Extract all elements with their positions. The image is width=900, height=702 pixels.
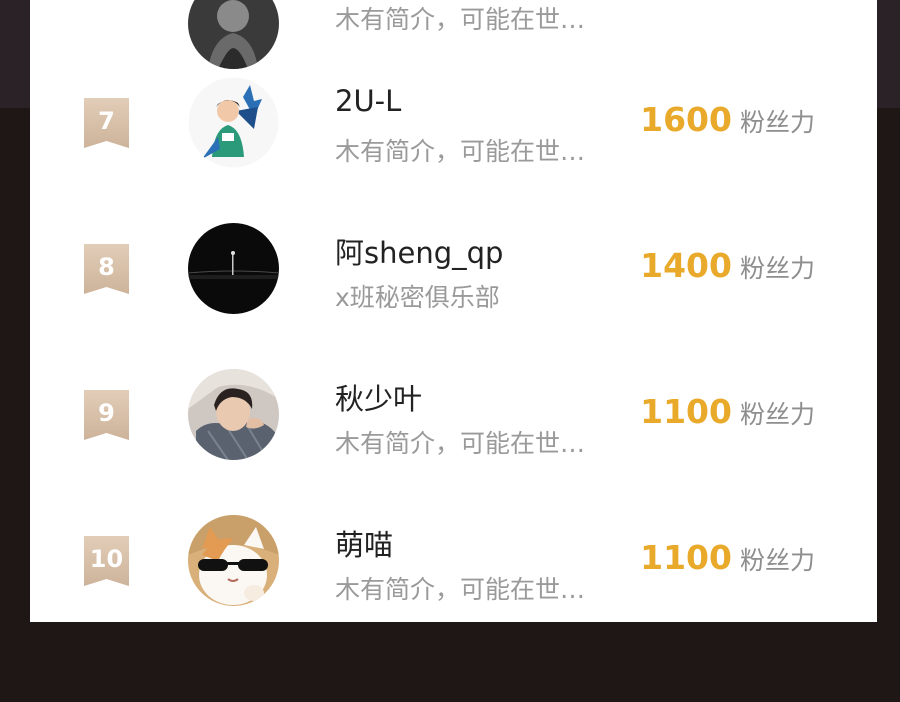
avatar-cat-sunglasses <box>188 515 279 606</box>
list-item[interactable]: 8 阿sheng_qp x班秘密俱乐部 1400 粉丝力 <box>30 196 877 342</box>
avatar[interactable] <box>188 223 279 314</box>
avatar[interactable] <box>188 515 279 606</box>
user-name[interactable]: 阿sheng_qp <box>335 230 503 272</box>
score-value: 1100 <box>640 538 732 577</box>
score-unit: 粉丝力 <box>739 400 815 429</box>
avatar-cartoon-boy <box>188 77 279 168</box>
user-bio: 木有简介，可能在世… <box>335 575 586 604</box>
score-unit: 粉丝力 <box>739 108 815 137</box>
avatar-young-man-photo <box>188 369 279 460</box>
score-unit: 粉丝力 <box>739 546 815 575</box>
rank-badge: 8 <box>84 244 129 294</box>
user-name[interactable]: 秋少叶 <box>335 376 422 418</box>
rank-badge: 7 <box>84 98 129 148</box>
avatar-dark-landscape <box>188 223 279 314</box>
avatar[interactable] <box>188 77 279 168</box>
rank-badge: 10 <box>84 536 129 586</box>
score-unit: 粉丝力 <box>739 254 815 283</box>
fan-power-score: 1100 粉丝力 <box>640 538 815 577</box>
score-value: 1400 <box>640 246 732 285</box>
list-item[interactable]: 7 2U-L 木有简介，可能在世… 1600 粉丝力 <box>30 50 877 196</box>
fan-power-score: 1600 粉丝力 <box>640 100 815 139</box>
rank-badge: 9 <box>84 390 129 440</box>
user-bio: 木有简介，可能在世… <box>335 429 586 458</box>
user-name[interactable]: 2U-L <box>335 84 401 118</box>
score-value: 1600 <box>640 100 732 139</box>
fan-power-score: 1400 粉丝力 <box>640 246 815 285</box>
list-item[interactable]: 9 秋少叶 木有简介，可能在世… 1100 粉丝力 <box>30 342 877 488</box>
fan-power-score: 1100 粉丝力 <box>640 392 815 431</box>
user-bio: 木有简介，可能在世… <box>335 137 586 166</box>
score-value: 1100 <box>640 392 732 431</box>
list-item[interactable]: 木有简介，可能在世… <box>30 0 877 69</box>
user-name[interactable]: 萌喵 <box>335 522 393 564</box>
fan-ranking-list: 木有简介，可能在世… 7 2U-L 木有简介，可能在世… 1600 粉丝力 8 … <box>30 0 877 622</box>
user-bio: x班秘密俱乐部 <box>335 283 500 312</box>
list-item[interactable]: 10 萌喵 木有简介，可能在世… 1100 粉丝力 <box>30 488 877 622</box>
user-bio: 木有简介，可能在世… <box>335 5 586 34</box>
avatar[interactable] <box>188 369 279 460</box>
